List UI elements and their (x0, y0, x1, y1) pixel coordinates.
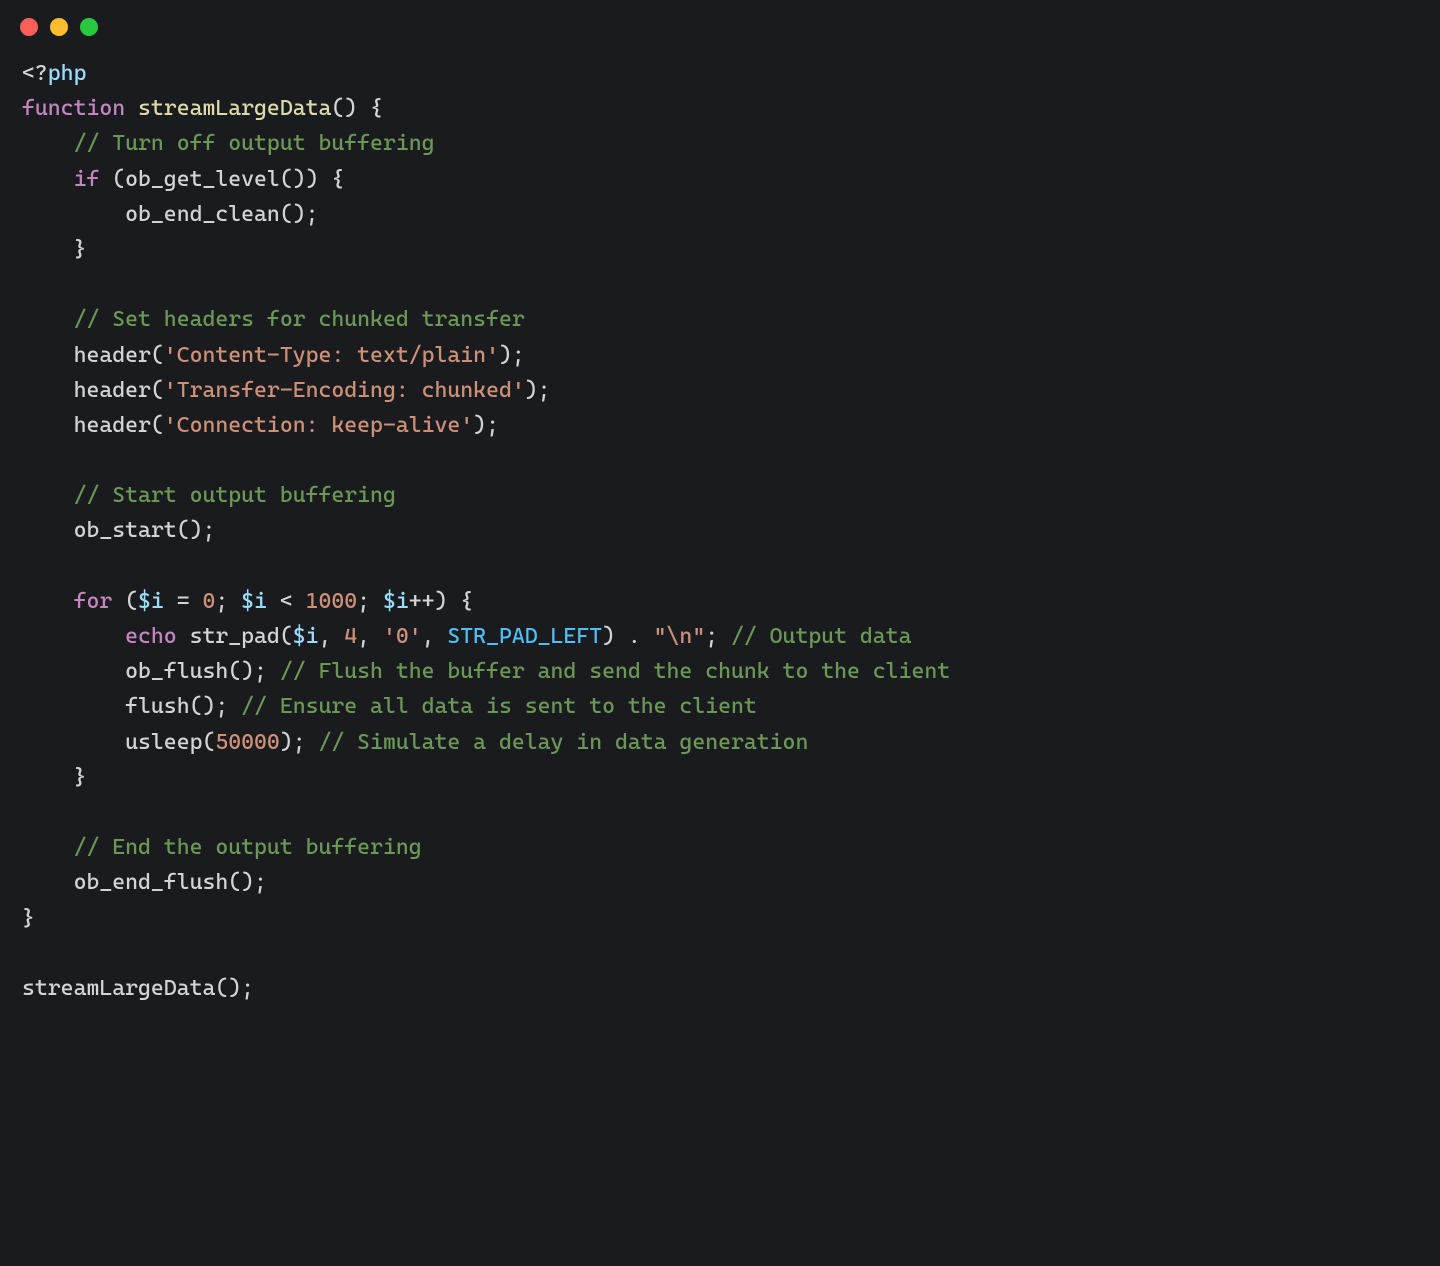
code-token: 'Transfer-Encoding: chunked' (164, 378, 525, 403)
code-token: echo (125, 624, 177, 649)
code-token: , (318, 624, 344, 649)
code-token: 'Connection: keep-alive' (164, 413, 473, 438)
code-line: if (ob_get_level()) { (22, 167, 344, 192)
code-token: function (22, 96, 125, 121)
code-line: function streamLargeData() { (22, 96, 383, 121)
code-token: for (74, 589, 113, 614)
code-token: str_pad( (177, 624, 293, 649)
code-token: ) . (602, 624, 654, 649)
code-line: ob_start(); (22, 518, 215, 543)
code-token: ; (215, 589, 241, 614)
code-token: ); (525, 378, 551, 403)
code-token: ob_end_flush(); (22, 870, 267, 895)
close-icon[interactable] (20, 18, 38, 36)
code-line: <?php (22, 61, 86, 86)
code-token: // Set headers for chunked transfer (74, 307, 525, 332)
code-token: $i (383, 589, 409, 614)
code-line: header('Content-Type: text/plain'); (22, 343, 525, 368)
code-line: } (22, 237, 86, 262)
code-token: , (422, 624, 448, 649)
code-token: <? (22, 61, 48, 86)
code-token: flush(); (22, 694, 241, 719)
code-token: $i (241, 589, 267, 614)
code-line: ob_end_clean(); (22, 202, 318, 227)
code-token: // Ensure all data is sent to the client (241, 694, 757, 719)
minimize-icon[interactable] (50, 18, 68, 36)
code-token: // End the output buffering (74, 835, 422, 860)
code-line: streamLargeData(); (22, 976, 254, 1001)
code-token: header( (22, 378, 164, 403)
code-token (22, 589, 74, 614)
code-token: ); (280, 730, 319, 755)
code-token (22, 307, 74, 332)
code-line: // Start output buffering (22, 483, 396, 508)
code-line: ob_end_flush(); (22, 870, 267, 895)
code-line: ob_flush(); // Flush the buffer and send… (22, 659, 950, 684)
code-token: 50000 (215, 730, 279, 755)
code-token: // Flush the buffer and send the chunk t… (280, 659, 950, 684)
code-token: < (267, 589, 306, 614)
code-token (22, 624, 125, 649)
code-token: streamLargeData(); (22, 976, 254, 1001)
code-token (22, 131, 74, 156)
code-token: streamLargeData (125, 96, 331, 121)
window-titlebar (0, 0, 1440, 46)
code-line: echo str_pad($i, 4, '0', STR_PAD_LEFT) .… (22, 624, 911, 649)
code-token: ; (705, 624, 731, 649)
code-token: STR_PAD_LEFT (447, 624, 602, 649)
code-line: for ($i = 0; $i < 1000; $i++) { (22, 589, 473, 614)
code-token: // Turn off output buffering (74, 131, 435, 156)
code-token: if (74, 167, 100, 192)
code-token: // Output data (731, 624, 911, 649)
code-token: 0 (202, 589, 215, 614)
code-token: ; (357, 589, 383, 614)
code-token: () { (331, 96, 383, 121)
code-token: '0' (383, 624, 422, 649)
code-line: // Set headers for chunked transfer (22, 307, 525, 332)
code-block[interactable]: <?php function streamLargeData() { // Tu… (0, 46, 1440, 1028)
code-line: header('Transfer-Encoding: chunked'); (22, 378, 551, 403)
code-token: ); (473, 413, 499, 438)
code-token: ob_start(); (22, 518, 215, 543)
code-token: ( (112, 589, 138, 614)
code-token (22, 835, 74, 860)
code-token: } (22, 765, 86, 790)
code-token: } (22, 906, 35, 931)
code-line: // Turn off output buffering (22, 131, 435, 156)
code-line: usleep(50000); // Simulate a delay in da… (22, 730, 808, 755)
code-line: flush(); // Ensure all data is sent to t… (22, 694, 757, 719)
code-token: header( (22, 413, 164, 438)
code-token: $i (293, 624, 319, 649)
code-token (22, 167, 74, 192)
code-token: 1000 (306, 589, 358, 614)
code-token: ++) { (409, 589, 473, 614)
code-line: } (22, 765, 86, 790)
code-token: // Start output buffering (74, 483, 396, 508)
maximize-icon[interactable] (80, 18, 98, 36)
code-line: } (22, 906, 35, 931)
code-token: (ob_get_level()) { (99, 167, 344, 192)
code-token: , (357, 624, 383, 649)
code-token: ob_flush(); (22, 659, 280, 684)
code-token: ); (499, 343, 525, 368)
code-line: // End the output buffering (22, 835, 422, 860)
code-window: <?php function streamLargeData() { // Tu… (0, 0, 1440, 1266)
code-token (22, 483, 74, 508)
code-token: 4 (344, 624, 357, 649)
code-token: header( (22, 343, 164, 368)
code-token: "\n" (654, 624, 706, 649)
code-token: usleep( (22, 730, 215, 755)
code-token: php (48, 61, 87, 86)
code-token: // Simulate a delay in data generation (318, 730, 808, 755)
code-token: $i (138, 589, 164, 614)
code-token: = (164, 589, 203, 614)
code-token: } (22, 237, 86, 262)
code-token: ob_end_clean(); (22, 202, 318, 227)
code-token: 'Content-Type: text/plain' (164, 343, 499, 368)
code-line: header('Connection: keep-alive'); (22, 413, 499, 438)
